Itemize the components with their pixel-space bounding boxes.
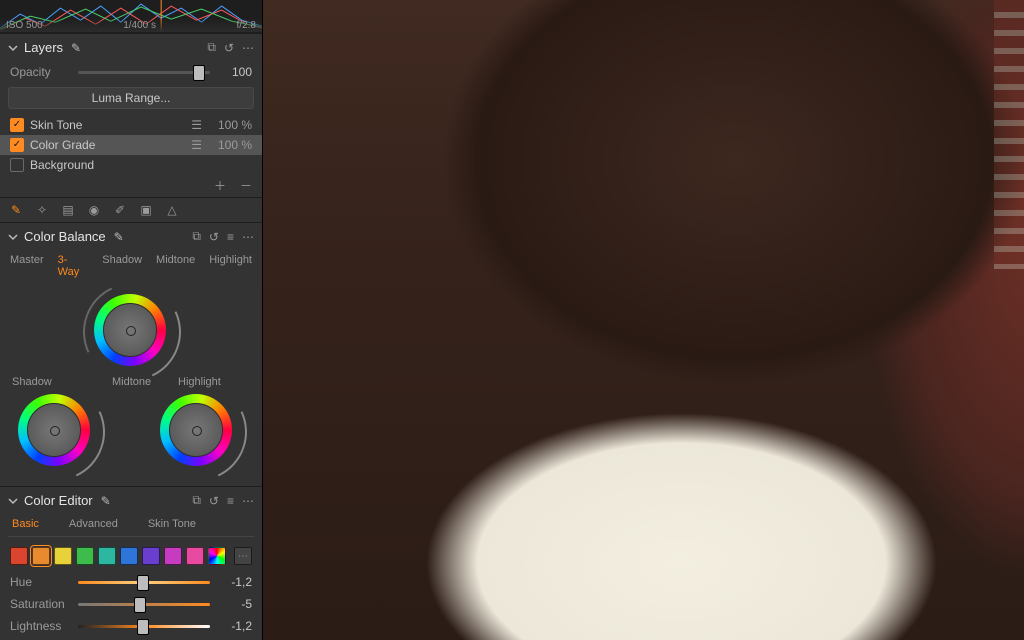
- swatch-purple[interactable]: [142, 547, 160, 565]
- checkbox-icon[interactable]: ✓: [10, 138, 24, 152]
- image-viewer[interactable]: [263, 0, 1024, 640]
- inspector-panel: ISO 500 1/400 s f/2.8 Layers ✎ ⧉ ↺ ⋯ Opa…: [0, 0, 263, 640]
- opacity-slider[interactable]: [78, 64, 210, 80]
- undo-icon[interactable]: ↺: [209, 494, 219, 508]
- tab-shadow[interactable]: Shadow: [102, 254, 142, 278]
- aperture-readout: f/2.8: [237, 20, 256, 31]
- undo-icon[interactable]: ↺: [224, 41, 234, 55]
- lightness-value: -1,2: [218, 619, 252, 633]
- histogram[interactable]: ISO 500 1/400 s f/2.8: [0, 0, 262, 33]
- color-swatches: ⋯: [0, 537, 262, 571]
- layer-row[interactable]: ✓ Color Grade ☰ 100 %: [0, 135, 262, 155]
- tab-3way[interactable]: 3-Way: [58, 254, 89, 278]
- color-editor-title: Color Editor: [24, 493, 93, 508]
- swatch-more[interactable]: ⋯: [234, 547, 252, 565]
- tab-master[interactable]: Master: [10, 254, 44, 278]
- tab-skintone[interactable]: Skin Tone: [148, 518, 196, 530]
- opacity-label: Opacity: [10, 65, 70, 79]
- copy-icon[interactable]: ⧉: [207, 40, 216, 55]
- color-editor-tabs: Basic Advanced Skin Tone: [8, 514, 254, 537]
- tab-midtone[interactable]: Midtone: [156, 254, 195, 278]
- menu-icon[interactable]: ≡: [227, 230, 234, 244]
- luma-range-button[interactable]: Luma Range...: [8, 87, 254, 109]
- checkbox-icon[interactable]: [10, 158, 24, 172]
- more-icon[interactable]: ⋯: [242, 41, 254, 55]
- brush-icon[interactable]: ✎: [99, 494, 113, 508]
- hue-label: Hue: [10, 575, 70, 589]
- hue-value: -1,2: [218, 575, 252, 589]
- midtone-wheel-label: Midtone: [112, 376, 151, 388]
- lightness-row: Lightness -1,2: [0, 615, 262, 637]
- color-balance-title: Color Balance: [24, 229, 106, 244]
- stamp-icon[interactable]: ▣: [138, 202, 154, 218]
- swatch-magenta[interactable]: [164, 547, 182, 565]
- chevron-down-icon: [8, 43, 18, 53]
- color-wheels: Shadow Midtone Highlight: [0, 286, 262, 486]
- layer-name: Background: [30, 158, 252, 172]
- swatch-red[interactable]: [10, 547, 28, 565]
- swatch-blue[interactable]: [120, 547, 138, 565]
- swatch-teal[interactable]: [98, 547, 116, 565]
- layer-name: Color Grade: [30, 138, 185, 152]
- plus-icon[interactable]: ＋: [212, 177, 228, 193]
- swatch-yellow[interactable]: [54, 547, 72, 565]
- magic-wand-icon[interactable]: ✧: [34, 202, 50, 218]
- hue-row: Hue -1,2: [0, 571, 262, 593]
- iso-readout: ISO 500: [6, 20, 43, 31]
- mask-tools: ✎ ✧ ▤ ◉ ✐ ▣ △: [0, 197, 262, 222]
- swatch-pink[interactable]: [186, 547, 204, 565]
- lightness-label: Lightness: [10, 619, 70, 633]
- saturation-value: -5: [218, 597, 252, 611]
- layer-opacity: 100 %: [208, 118, 252, 132]
- saturation-label: Saturation: [10, 597, 70, 611]
- chevron-down-icon: [8, 232, 18, 242]
- layer-list: ✓ Skin Tone ☰ 100 % ✓ Color Grade ☰ 100 …: [0, 113, 262, 177]
- tab-highlight[interactable]: Highlight: [209, 254, 252, 278]
- swatch-rainbow[interactable]: [208, 547, 226, 565]
- color-balance-header[interactable]: Color Balance ✎ ⧉ ↺ ≡ ⋯: [0, 222, 262, 250]
- saturation-slider[interactable]: [78, 596, 210, 612]
- more-icon[interactable]: ⋯: [242, 494, 254, 508]
- checkbox-icon[interactable]: ✓: [10, 118, 24, 132]
- shutter-readout: 1/400 s: [123, 20, 156, 31]
- undo-icon[interactable]: ↺: [209, 230, 219, 244]
- copy-icon[interactable]: ⧉: [192, 493, 201, 508]
- arc-icon[interactable]: [0, 369, 119, 495]
- layer-opacity: 100 %: [208, 138, 252, 152]
- saturation-row: Saturation -5: [0, 593, 262, 615]
- layers-title: Layers: [24, 40, 63, 55]
- opacity-value: 100: [218, 65, 252, 79]
- lightness-slider[interactable]: [78, 618, 210, 634]
- opacity-row: Opacity 100: [0, 61, 262, 83]
- swatch-orange[interactable]: [32, 547, 50, 565]
- adjustments-icon[interactable]: ☰: [191, 118, 202, 132]
- layer-tools: ＋ －: [0, 177, 262, 197]
- layer-row[interactable]: Background: [0, 155, 262, 175]
- layers-header[interactable]: Layers ✎ ⧉ ↺ ⋯: [0, 33, 262, 61]
- brush-mask-icon[interactable]: ✐: [112, 202, 128, 218]
- brush-icon[interactable]: ✎: [112, 230, 126, 244]
- tab-basic[interactable]: Basic: [12, 518, 39, 530]
- copy-icon[interactable]: ⧉: [192, 229, 201, 244]
- shadow-wheel-label: Shadow: [12, 376, 52, 388]
- radial-gradient-icon[interactable]: ◉: [86, 202, 102, 218]
- more-icon[interactable]: ⋯: [242, 230, 254, 244]
- minus-icon[interactable]: －: [238, 177, 254, 193]
- color-editor-header[interactable]: Color Editor ✎ ⧉ ↺ ≡ ⋯: [0, 486, 262, 514]
- tab-advanced[interactable]: Advanced: [69, 518, 118, 530]
- layer-name: Skin Tone: [30, 118, 185, 132]
- adjustments-icon[interactable]: ☰: [191, 138, 202, 152]
- hue-slider[interactable]: [78, 574, 210, 590]
- arc-icon[interactable]: [135, 369, 261, 495]
- highlight-wheel-label: Highlight: [178, 376, 221, 388]
- brush-icon[interactable]: ✎: [69, 41, 83, 55]
- chevron-down-icon: [8, 496, 18, 506]
- swatch-green[interactable]: [76, 547, 94, 565]
- menu-icon[interactable]: ≡: [227, 494, 234, 508]
- linear-gradient-icon[interactable]: ▤: [60, 202, 76, 218]
- color-balance-tabs: Master 3-Way Shadow Midtone Highlight: [0, 250, 262, 286]
- eyedropper-icon[interactable]: ✎: [8, 202, 24, 218]
- layer-row[interactable]: ✓ Skin Tone ☰ 100 %: [0, 115, 262, 135]
- eraser-icon[interactable]: △: [164, 202, 180, 218]
